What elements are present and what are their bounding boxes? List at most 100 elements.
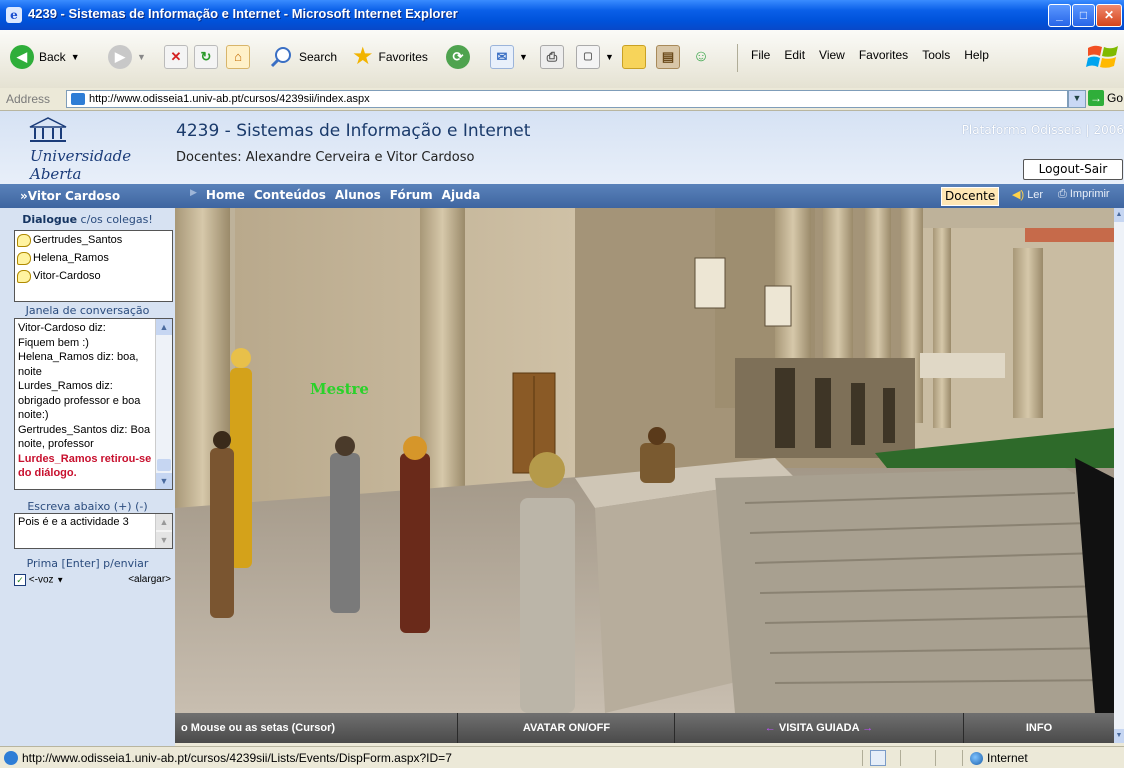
message-input[interactable]: Pois é e a actividade 3 ▲ ▼ (14, 513, 173, 549)
main-nav: »Vitor Cardoso ▶ Home Conteúdos Alunos F… (0, 184, 1124, 208)
ie-page-icon (4, 751, 18, 765)
avatar-toggle-button[interactable]: AVATAR ON/OFF (459, 713, 675, 743)
list-item[interactable]: Helena_Ramos (15, 249, 172, 267)
history-button[interactable]: ⟳ (446, 42, 470, 72)
current-user[interactable]: »Vitor Cardoso (20, 189, 120, 203)
status-bar: http://www.odisseia1.univ-ab.pt/cursos/4… (0, 746, 1124, 768)
chat-bubble-icon (17, 233, 31, 247)
guided-tour-label: VISITA GUIADA (778, 722, 860, 734)
course-title: 4239 - Sistemas de Informação e Internet (176, 121, 531, 141)
input-scrollbar[interactable]: ▲ ▼ (155, 514, 172, 548)
go-button[interactable]: → Go (1088, 90, 1123, 106)
address-label: Address (6, 92, 51, 106)
nav-ajuda[interactable]: Ajuda (442, 188, 481, 202)
conversation-scrollbar[interactable]: ▲ ▼ (155, 319, 172, 489)
status-separator (900, 750, 901, 766)
maximize-button[interactable]: □ (1072, 4, 1095, 27)
back-label: Back (39, 50, 66, 64)
scroll-down-icon[interactable]: ▼ (156, 532, 172, 548)
ler-button[interactable]: ◀) Ler (1012, 188, 1043, 201)
page-scrollbar[interactable]: ▲ ▼ (1114, 208, 1124, 743)
forward-button[interactable]: ▶ ▼ (108, 42, 146, 72)
info-button[interactable]: INFO (964, 713, 1114, 743)
mail-dropdown-icon[interactable]: ▼ (519, 52, 528, 62)
docente-badge[interactable]: Docente (941, 187, 1000, 206)
chat-sidebar: Dialogue c/os colegas! Gertrudes_Santos … (0, 208, 175, 746)
guided-tour-button[interactable]: ← VISITA GUIADA → (675, 713, 964, 743)
edit-dropdown-icon[interactable]: ▼ (605, 52, 614, 62)
mail-button[interactable]: ✉ ▼ (490, 42, 528, 72)
stop-icon: ✕ (164, 45, 188, 69)
folder-button[interactable] (622, 42, 646, 72)
scroll-thumb[interactable] (157, 459, 171, 471)
message-input-value: Pois é e a actividade 3 (18, 516, 129, 528)
address-dropdown-icon[interactable]: ▼ (1068, 90, 1086, 108)
back-button[interactable]: ◀ Back ▼ (10, 42, 80, 72)
voice-label[interactable]: <-voz (29, 575, 54, 586)
search-button[interactable]: Search (270, 42, 337, 72)
ie-icon: e (6, 7, 22, 23)
chat-line: Lurdes_Ramos diz: obrigado professor e b… (18, 380, 141, 421)
forward-dropdown-icon[interactable]: ▼ (137, 52, 146, 62)
stop-button[interactable]: ✕ (164, 42, 188, 72)
star-icon: ★ (352, 43, 374, 70)
toolbar-separator (737, 44, 738, 72)
navigation-hint: o Mouse ou as setas (Cursor) (175, 713, 458, 743)
list-item[interactable]: Gertrudes_Santos (15, 231, 172, 249)
voice-dropdown-icon[interactable]: ▼ (56, 576, 64, 585)
nav-conteudos[interactable]: Conteúdos (254, 188, 326, 202)
menu-tools[interactable]: Tools (922, 48, 950, 62)
edit-page-button[interactable]: ▢ ▼ (576, 42, 614, 72)
logout-button[interactable]: Logout-Sair (1023, 159, 1123, 180)
back-dropdown-icon[interactable]: ▼ (71, 52, 80, 62)
nav-home[interactable]: Home (206, 188, 245, 202)
messenger-button[interactable]: ☺ (690, 42, 712, 72)
printer-icon: ⎙ (1058, 188, 1067, 200)
virtual-world-view[interactable]: Mestre (175, 208, 1114, 713)
menu-help[interactable]: Help (964, 48, 989, 62)
refresh-button[interactable]: ↻ (194, 42, 218, 72)
enlarge-link[interactable]: <alargar> (128, 574, 171, 585)
voice-checkbox[interactable]: ✓ (14, 574, 26, 586)
menu-view[interactable]: View (819, 48, 845, 62)
print-icon: ⎙ (540, 45, 564, 69)
window-title-bar[interactable]: e 4239 - Sistemas de Informação e Intern… (0, 0, 1124, 30)
menu-edit[interactable]: Edit (784, 48, 805, 62)
print-button[interactable]: ⎙ (540, 42, 564, 72)
folder-icon (622, 45, 646, 69)
address-input[interactable]: http://www.odisseia1.univ-ab.pt/cursos/4… (66, 90, 1068, 108)
close-button[interactable]: ✕ (1096, 4, 1122, 27)
logo-text: Universidade Aberta (30, 147, 132, 183)
university-logo[interactable]: Universidade Aberta (12, 117, 142, 183)
security-zone: Internet (970, 751, 1028, 765)
minimize-button[interactable]: _ (1048, 4, 1071, 27)
browser-toolbar: ◀ Back ▼ ▶ ▼ ✕ ↻ ⌂ Search ★ Favorites ⟳ … (0, 30, 1124, 89)
menu-bar: File Edit View Favorites Tools Help (751, 48, 989, 62)
conversation-title: Janela de conversação (25, 304, 150, 317)
speaker-icon: ◀) (1012, 189, 1025, 201)
home-button[interactable]: ⌂ (226, 42, 250, 72)
list-item[interactable]: Vitor-Cardoso (15, 267, 172, 285)
menu-file[interactable]: File (751, 48, 770, 62)
page-header: Universidade Aberta 4239 - Sistemas de I… (0, 111, 1124, 184)
favorites-button[interactable]: ★ Favorites (352, 42, 428, 72)
scroll-down-icon[interactable]: ▼ (1114, 729, 1124, 743)
scene-render (175, 208, 1114, 713)
edit-page-icon: ▢ (576, 45, 600, 69)
nav-arrow-icon: ▶ (190, 188, 197, 198)
scroll-up-icon[interactable]: ▲ (156, 514, 172, 530)
nav-forum[interactable]: Fórum (390, 188, 433, 202)
status-separator (862, 750, 863, 766)
status-separator (962, 750, 963, 766)
window-title: 4239 - Sistemas de Informação e Internet… (28, 6, 458, 21)
scroll-up-icon[interactable]: ▲ (156, 319, 172, 335)
research-button[interactable]: ▤ (656, 42, 680, 72)
conversation-window[interactable]: Vitor-Cardoso diz: Fiquem bem :) Helena_… (14, 318, 173, 490)
scroll-up-icon[interactable]: ▲ (1114, 208, 1124, 222)
go-arrow-icon: → (1088, 90, 1104, 106)
menu-favorites[interactable]: Favorites (859, 48, 908, 62)
nav-alunos[interactable]: Alunos (335, 188, 381, 202)
scroll-down-icon[interactable]: ▼ (156, 473, 172, 489)
research-icon: ▤ (656, 45, 680, 69)
imprimir-button[interactable]: ⎙ Imprimir (1058, 188, 1110, 201)
